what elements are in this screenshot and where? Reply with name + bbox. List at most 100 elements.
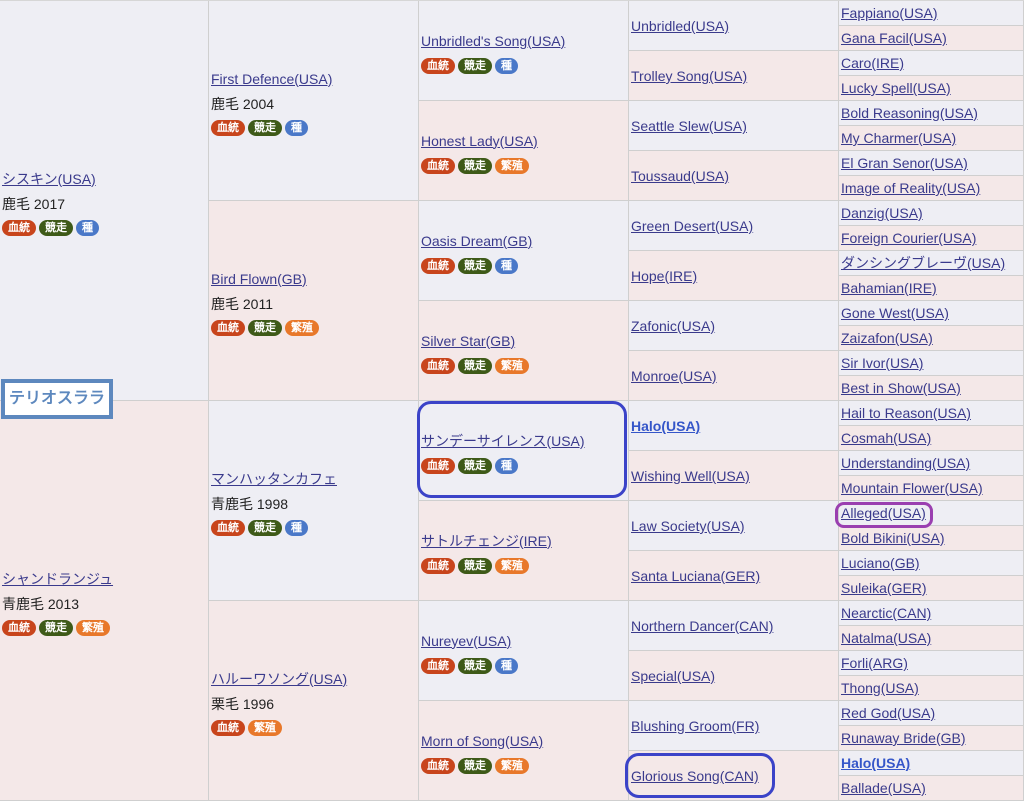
badge-race[interactable]: 競走	[39, 619, 73, 636]
badge-blood[interactable]: 血統	[421, 357, 455, 374]
horse-link[interactable]: Bahamian(IRE)	[841, 276, 1021, 300]
horse-link[interactable]: Lucky Spell(USA)	[841, 76, 1021, 100]
horse-link[interactable]: Gana Facil(USA)	[841, 26, 1021, 50]
horse-link[interactable]: Foreign Courier(USA)	[841, 226, 1021, 250]
horse-link[interactable]: シャンドランジュ	[2, 569, 206, 589]
horse-link[interactable]: Trolley Song(USA)	[631, 66, 836, 86]
horse-link[interactable]: Law Society(USA)	[631, 516, 836, 536]
horse-link[interactable]: ダンシングブレーヴ(USA)	[841, 251, 1021, 275]
badge-race[interactable]: 競走	[458, 757, 492, 774]
badge-stud[interactable]: 種	[495, 457, 518, 474]
horse-link[interactable]: サンデーサイレンス(USA)	[421, 431, 626, 451]
badge-blood[interactable]: 血統	[421, 557, 455, 574]
horse-link[interactable]: Nearctic(CAN)	[841, 601, 1021, 625]
badge-blood[interactable]: 血統	[211, 319, 245, 336]
badge-stud[interactable]: 種	[495, 57, 518, 74]
badge-blood[interactable]: 血統	[2, 619, 36, 636]
horse-link[interactable]: Toussaud(USA)	[631, 166, 836, 186]
badge-blood[interactable]: 血統	[421, 57, 455, 74]
horse-link[interactable]: Glorious Song(CAN)	[631, 766, 836, 786]
horse-link[interactable]: Wishing Well(USA)	[631, 466, 836, 486]
badge-breed[interactable]: 繁殖	[285, 319, 319, 336]
horse-link[interactable]: Cosmah(USA)	[841, 426, 1021, 450]
badge-race[interactable]: 競走	[458, 357, 492, 374]
horse-link[interactable]: Oasis Dream(GB)	[421, 231, 626, 251]
horse-link[interactable]: Red God(USA)	[841, 701, 1021, 725]
horse-link[interactable]: Santa Luciana(GER)	[631, 566, 836, 586]
badge-race[interactable]: 競走	[458, 557, 492, 574]
horse-link[interactable]: Zaizafon(USA)	[841, 326, 1021, 350]
horse-link[interactable]: Fappiano(USA)	[841, 1, 1021, 25]
horse-link[interactable]: Unbridled's Song(USA)	[421, 31, 626, 51]
horse-link[interactable]: Unbridled(USA)	[631, 16, 836, 36]
horse-link[interactable]: Bold Bikini(USA)	[841, 526, 1021, 550]
horse-link[interactable]: Monroe(USA)	[631, 366, 836, 386]
badge-blood[interactable]: 血統	[211, 119, 245, 136]
horse-link[interactable]: Gone West(USA)	[841, 301, 1021, 325]
badge-race[interactable]: 競走	[248, 319, 282, 336]
badge-stud[interactable]: 種	[495, 657, 518, 674]
horse-link[interactable]: Bold Reasoning(USA)	[841, 101, 1021, 125]
horse-link[interactable]: Zafonic(USA)	[631, 316, 836, 336]
badge-stud[interactable]: 種	[495, 257, 518, 274]
horse-link[interactable]: Ballade(USA)	[841, 776, 1021, 800]
horse-link[interactable]: Image of Reality(USA)	[841, 176, 1021, 200]
horse-link[interactable]: El Gran Senor(USA)	[841, 151, 1021, 175]
horse-link[interactable]: Danzig(USA)	[841, 201, 1021, 225]
horse-link[interactable]: Caro(IRE)	[841, 51, 1021, 75]
badge-stud[interactable]: 種	[285, 119, 308, 136]
horse-link[interactable]: Honest Lady(USA)	[421, 131, 626, 151]
horse-link[interactable]: Natalma(USA)	[841, 626, 1021, 650]
badge-blood[interactable]: 血統	[2, 219, 36, 236]
horse-link[interactable]: Suleika(GER)	[841, 576, 1021, 600]
horse-link[interactable]: シスキン(USA)	[2, 169, 206, 189]
horse-link[interactable]: マンハッタンカフェ	[211, 469, 416, 489]
badge-blood[interactable]: 血統	[421, 457, 455, 474]
horse-link[interactable]: Bird Flown(GB)	[211, 269, 416, 289]
horse-link[interactable]: Runaway Bride(GB)	[841, 726, 1021, 750]
horse-link[interactable]: Special(USA)	[631, 666, 836, 686]
horse-link[interactable]: Alleged(USA)	[841, 501, 1021, 525]
badge-breed[interactable]: 繁殖	[248, 719, 282, 736]
badge-breed[interactable]: 繁殖	[495, 357, 529, 374]
badge-stud[interactable]: 種	[285, 519, 308, 536]
badge-breed[interactable]: 繁殖	[495, 157, 529, 174]
horse-link[interactable]: ハルーワソング(USA)	[211, 669, 416, 689]
horse-link[interactable]: Hail to Reason(USA)	[841, 401, 1021, 425]
horse-link[interactable]: Morn of Song(USA)	[421, 731, 626, 751]
horse-link[interactable]: Mountain Flower(USA)	[841, 476, 1021, 500]
horse-link[interactable]: Hope(IRE)	[631, 266, 836, 286]
badge-blood[interactable]: 血統	[421, 757, 455, 774]
badge-race[interactable]: 競走	[458, 457, 492, 474]
horse-link[interactable]: Sir Ivor(USA)	[841, 351, 1021, 375]
horse-link[interactable]: Halo(USA)	[631, 416, 836, 436]
horse-link[interactable]: Understanding(USA)	[841, 451, 1021, 475]
horse-link[interactable]: Thong(USA)	[841, 676, 1021, 700]
horse-link[interactable]: サトルチェンジ(IRE)	[421, 531, 626, 551]
badge-race[interactable]: 競走	[458, 157, 492, 174]
badge-stud[interactable]: 種	[76, 219, 99, 236]
badge-race[interactable]: 競走	[39, 219, 73, 236]
horse-link[interactable]: Forli(ARG)	[841, 651, 1021, 675]
horse-link[interactable]: Silver Star(GB)	[421, 331, 626, 351]
horse-link[interactable]: Blushing Groom(FR)	[631, 716, 836, 736]
badge-blood[interactable]: 血統	[421, 257, 455, 274]
badge-blood[interactable]: 血統	[421, 657, 455, 674]
badge-breed[interactable]: 繁殖	[495, 557, 529, 574]
badge-blood[interactable]: 血統	[211, 719, 245, 736]
horse-link[interactable]: Northern Dancer(CAN)	[631, 616, 836, 636]
horse-link[interactable]: Best in Show(USA)	[841, 376, 1021, 400]
horse-link[interactable]: Luciano(GB)	[841, 551, 1021, 575]
badge-race[interactable]: 競走	[458, 57, 492, 74]
badge-breed[interactable]: 繁殖	[495, 757, 529, 774]
horse-link[interactable]: Green Desert(USA)	[631, 216, 836, 236]
badge-blood[interactable]: 血統	[211, 519, 245, 536]
badge-race[interactable]: 競走	[248, 519, 282, 536]
badge-race[interactable]: 競走	[248, 119, 282, 136]
horse-link[interactable]: Seattle Slew(USA)	[631, 116, 836, 136]
horse-link[interactable]: My Charmer(USA)	[841, 126, 1021, 150]
badge-race[interactable]: 競走	[458, 257, 492, 274]
horse-link[interactable]: First Defence(USA)	[211, 69, 416, 89]
badge-blood[interactable]: 血統	[421, 157, 455, 174]
horse-link[interactable]: Nureyev(USA)	[421, 631, 626, 651]
